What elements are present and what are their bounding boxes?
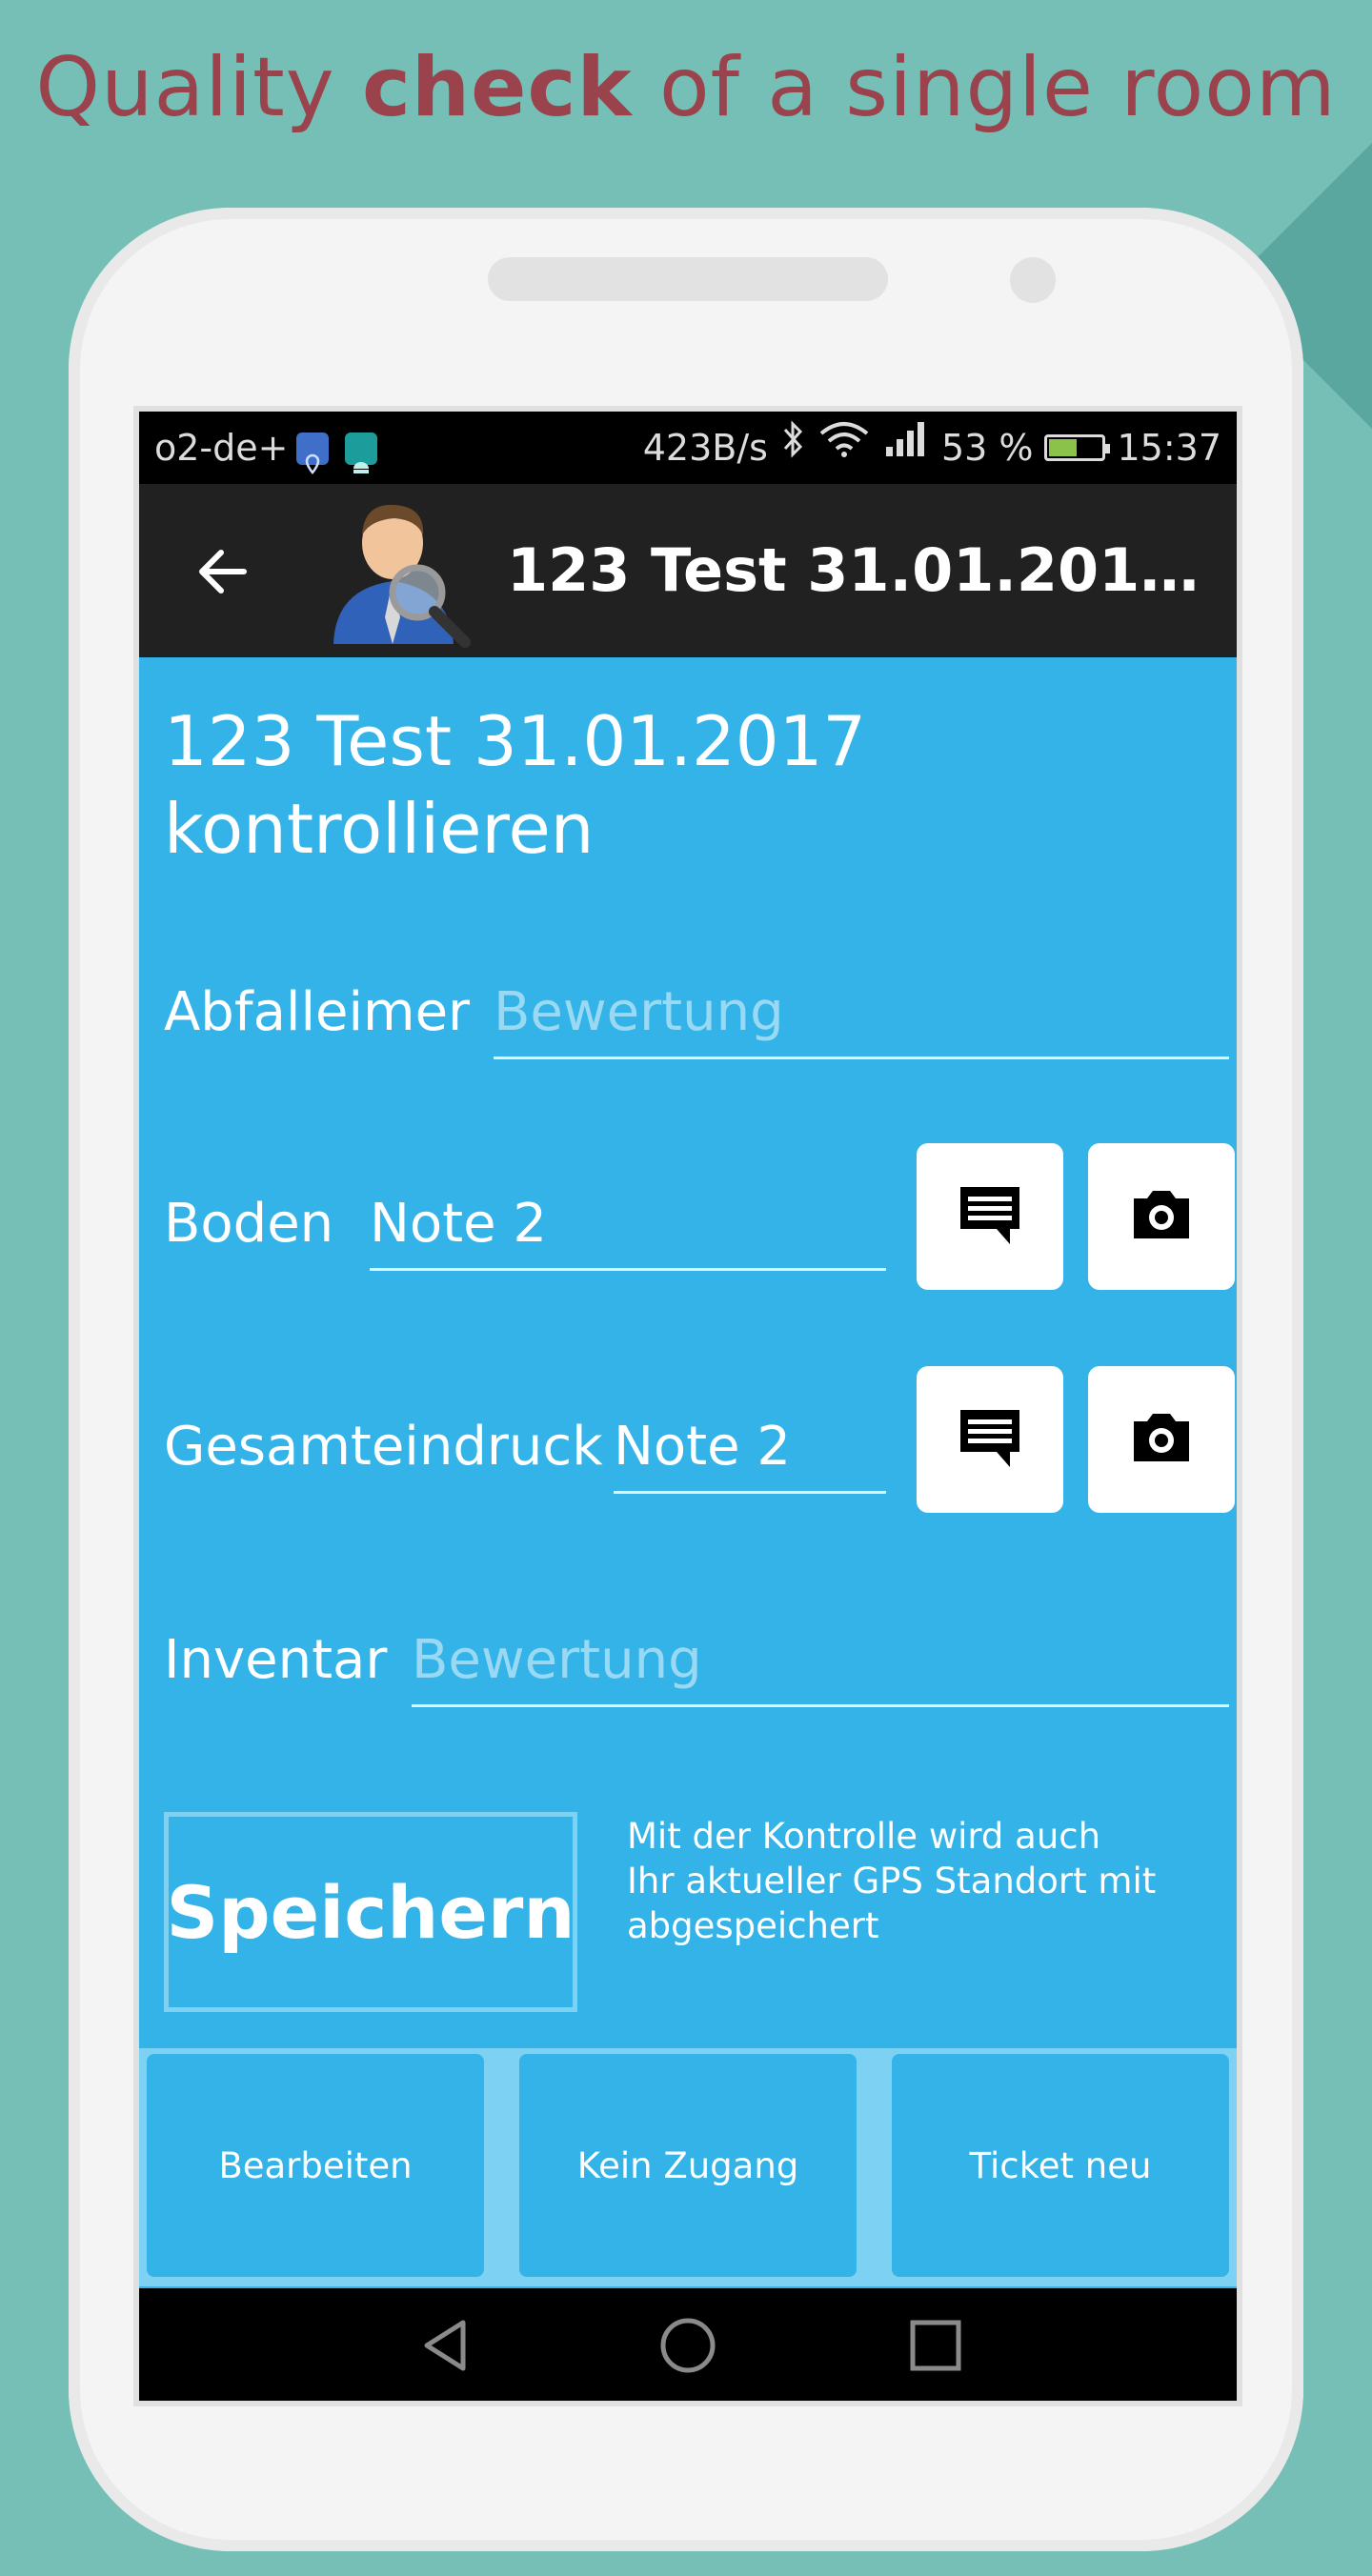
location-icon bbox=[296, 433, 329, 474]
camera-button-boden[interactable] bbox=[1088, 1143, 1235, 1290]
status-bar: o2-de+ 423B/s 53 % 15:37 bbox=[139, 412, 1237, 484]
network-speed: 423B/s bbox=[642, 427, 768, 469]
camera-icon bbox=[1128, 1404, 1195, 1475]
comment-icon bbox=[957, 1181, 1023, 1252]
comment-icon bbox=[957, 1404, 1023, 1475]
gps-notice: Mit der Kontrolle wird auch Ihr aktuelle… bbox=[627, 1814, 1160, 1948]
page-title-line2: kontrollieren bbox=[164, 789, 595, 869]
field-label-gesamteindruck: Gesamteindruck bbox=[164, 1416, 603, 1478]
battery-percent: 53 % bbox=[940, 427, 1034, 469]
gps-notice-line1: Mit der Kontrolle wird auch bbox=[627, 1816, 1101, 1857]
save-button[interactable]: Speichern bbox=[164, 1812, 577, 2012]
bluetooth-icon bbox=[779, 412, 806, 484]
gps-notice-line3: abgespeichert bbox=[627, 1905, 879, 1946]
rating-input-boden[interactable]: Note 2 bbox=[370, 1193, 886, 1271]
back-arrow-icon[interactable] bbox=[192, 541, 253, 602]
nav-recents-icon[interactable] bbox=[907, 2317, 964, 2374]
phone-speaker bbox=[488, 257, 888, 301]
edit-button[interactable]: Bearbeiten bbox=[147, 2054, 484, 2277]
gps-notice-line2: Ihr aktueller GPS Standort mit bbox=[627, 1861, 1157, 1902]
camera-button-gesamteindruck[interactable] bbox=[1088, 1366, 1235, 1513]
inspector-avatar-icon bbox=[326, 493, 473, 648]
field-label-inventar: Inventar bbox=[164, 1629, 388, 1691]
new-ticket-button[interactable]: Ticket neu bbox=[892, 2054, 1229, 2277]
wifi-icon bbox=[817, 412, 871, 484]
comment-button-boden[interactable] bbox=[917, 1143, 1063, 1290]
app-bar-title: 123 Test 31.01.2017 k… bbox=[507, 535, 1212, 605]
system-nav-bar bbox=[139, 2288, 1237, 2401]
camera-icon bbox=[1128, 1181, 1195, 1252]
carrier-label: o2-de+ bbox=[154, 427, 289, 469]
android-icon bbox=[345, 433, 377, 473]
phone-camera bbox=[1010, 257, 1056, 303]
bottom-action-bar: Bearbeiten Kein Zugang Ticket neu bbox=[139, 2048, 1237, 2286]
rating-input-inventar[interactable]: Bewertung bbox=[412, 1629, 1229, 1707]
rating-input-abfalleimer[interactable]: Bewertung bbox=[494, 981, 1229, 1059]
field-label-abfalleimer: Abfalleimer bbox=[164, 981, 471, 1043]
signal-icon bbox=[882, 412, 930, 484]
battery-icon bbox=[1044, 434, 1111, 461]
nav-back-icon[interactable] bbox=[417, 2317, 474, 2374]
comment-button-gesamteindruck[interactable] bbox=[917, 1366, 1063, 1513]
phone-frame: o2-de+ 423B/s 53 % 15:37 123 Test 31.01.… bbox=[69, 208, 1303, 2551]
nav-home-icon[interactable] bbox=[659, 2317, 716, 2374]
clock: 15:37 bbox=[1117, 427, 1221, 469]
phone-screen: o2-de+ 423B/s 53 % 15:37 123 Test 31.01.… bbox=[133, 406, 1242, 2406]
no-access-button[interactable]: Kein Zugang bbox=[519, 2054, 857, 2277]
page-title: 123 Test 31.01.2017 kontrollieren bbox=[164, 697, 866, 873]
page-title-line1: 123 Test 31.01.2017 bbox=[164, 701, 867, 781]
app-bar: 123 Test 31.01.2017 k… bbox=[139, 484, 1237, 657]
rating-input-gesamteindruck[interactable]: Note 2 bbox=[614, 1416, 886, 1494]
headline: Quality check of a single room bbox=[35, 40, 1337, 135]
field-label-boden: Boden bbox=[164, 1193, 334, 1255]
